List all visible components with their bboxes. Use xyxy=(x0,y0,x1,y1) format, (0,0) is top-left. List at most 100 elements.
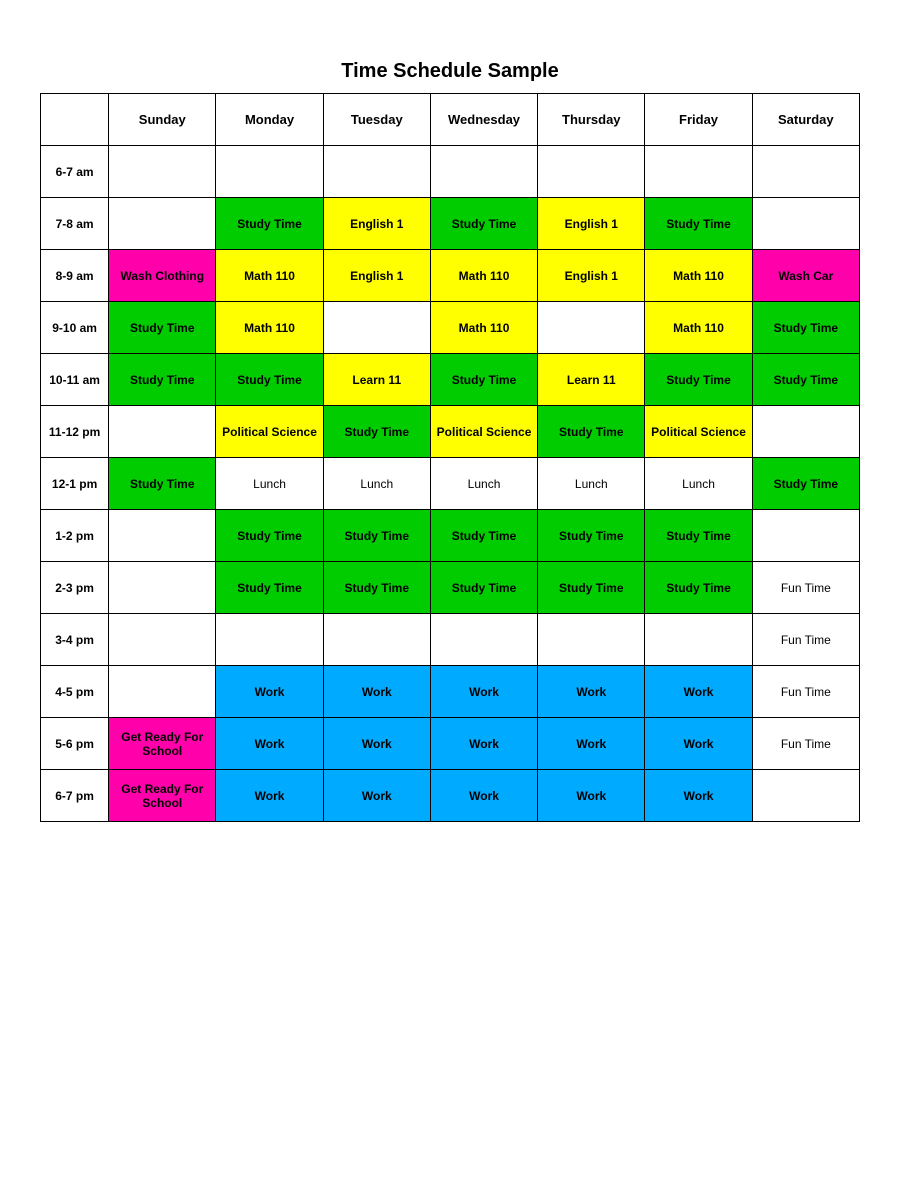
schedule-cell: Work xyxy=(323,770,430,822)
schedule-cell: Math 110 xyxy=(216,250,323,302)
header-day-thursday: Thursday xyxy=(538,94,645,146)
schedule-cell xyxy=(430,614,537,666)
schedule-cell: Math 110 xyxy=(430,302,537,354)
header-day-wednesday: Wednesday xyxy=(430,94,537,146)
schedule-cell: Work xyxy=(216,718,323,770)
schedule-cell xyxy=(752,510,859,562)
schedule-cell: Study Time xyxy=(645,354,752,406)
schedule-cell: Math 110 xyxy=(645,302,752,354)
schedule-cell: Study Time xyxy=(430,198,537,250)
table-row: 2-3 pmStudy TimeStudy TimeStudy TimeStud… xyxy=(41,562,860,614)
header-day-saturday: Saturday xyxy=(752,94,859,146)
schedule-cell: English 1 xyxy=(538,250,645,302)
schedule-cell: Lunch xyxy=(645,458,752,510)
schedule-cell: Fun Time xyxy=(752,718,859,770)
schedule-cell xyxy=(109,510,216,562)
table-row: 1-2 pmStudy TimeStudy TimeStudy TimeStud… xyxy=(41,510,860,562)
schedule-cell: Study Time xyxy=(538,562,645,614)
time-label: 5-6 pm xyxy=(41,718,109,770)
schedule-cell: Fun Time xyxy=(752,562,859,614)
table-row: 6-7 pmGet Ready For SchoolWorkWorkWorkWo… xyxy=(41,770,860,822)
table-row: 6-7 am xyxy=(41,146,860,198)
table-row: 8-9 amWash ClothingMath 110English 1Math… xyxy=(41,250,860,302)
schedule-cell: English 1 xyxy=(323,198,430,250)
schedule-cell xyxy=(109,666,216,718)
schedule-cell: Study Time xyxy=(430,354,537,406)
schedule-cell: Lunch xyxy=(216,458,323,510)
table-row: 12-1 pmStudy TimeLunchLunchLunchLunchLun… xyxy=(41,458,860,510)
schedule-cell: Study Time xyxy=(323,406,430,458)
schedule-cell: English 1 xyxy=(538,198,645,250)
schedule-cell: Math 110 xyxy=(645,250,752,302)
header-day-sunday: Sunday xyxy=(109,94,216,146)
time-label: 8-9 am xyxy=(41,250,109,302)
schedule-cell xyxy=(752,146,859,198)
time-label: 2-3 pm xyxy=(41,562,109,614)
schedule-cell: Political Science xyxy=(430,406,537,458)
time-label: 4-5 pm xyxy=(41,666,109,718)
time-label: 9-10 am xyxy=(41,302,109,354)
schedule-table: SundayMondayTuesdayWednesdayThursdayFrid… xyxy=(40,93,860,822)
table-row: 5-6 pmGet Ready For SchoolWorkWorkWorkWo… xyxy=(41,718,860,770)
table-row: 4-5 pmWorkWorkWorkWorkWorkFun Time xyxy=(41,666,860,718)
table-row: 9-10 amStudy TimeMath 110Math 110Math 11… xyxy=(41,302,860,354)
schedule-cell: Math 110 xyxy=(430,250,537,302)
schedule-cell: Study Time xyxy=(752,458,859,510)
schedule-cell xyxy=(538,302,645,354)
schedule-cell xyxy=(323,614,430,666)
header-day-monday: Monday xyxy=(216,94,323,146)
schedule-cell: Work xyxy=(645,770,752,822)
schedule-cell xyxy=(430,146,537,198)
schedule-cell: Work xyxy=(323,718,430,770)
schedule-cell: Study Time xyxy=(216,510,323,562)
schedule-cell: Work xyxy=(216,770,323,822)
schedule-cell: Study Time xyxy=(216,562,323,614)
schedule-cell: Study Time xyxy=(323,562,430,614)
schedule-cell: Study Time xyxy=(109,354,216,406)
header-row: SundayMondayTuesdayWednesdayThursdayFrid… xyxy=(41,94,860,146)
schedule-cell: Learn 11 xyxy=(323,354,430,406)
schedule-cell: Study Time xyxy=(538,406,645,458)
header-day-tuesday: Tuesday xyxy=(323,94,430,146)
schedule-cell xyxy=(752,406,859,458)
schedule-cell xyxy=(645,614,752,666)
schedule-cell: Work xyxy=(538,718,645,770)
schedule-cell: Study Time xyxy=(109,302,216,354)
header-day-friday: Friday xyxy=(645,94,752,146)
schedule-cell xyxy=(752,770,859,822)
schedule-cell: Work xyxy=(538,770,645,822)
schedule-cell: Work xyxy=(216,666,323,718)
schedule-cell xyxy=(538,146,645,198)
time-label: 6-7 am xyxy=(41,146,109,198)
schedule-cell: Study Time xyxy=(430,510,537,562)
schedule-cell xyxy=(109,562,216,614)
schedule-cell: Study Time xyxy=(216,198,323,250)
schedule-container: Time Schedule Sample SundayMondayTuesday… xyxy=(40,60,860,822)
time-label: 11-12 pm xyxy=(41,406,109,458)
schedule-cell xyxy=(645,146,752,198)
schedule-cell xyxy=(216,146,323,198)
schedule-cell: Work xyxy=(430,770,537,822)
schedule-cell xyxy=(538,614,645,666)
schedule-cell: Fun Time xyxy=(752,666,859,718)
table-row: 3-4 pmFun Time xyxy=(41,614,860,666)
schedule-cell: Study Time xyxy=(752,302,859,354)
schedule-cell xyxy=(216,614,323,666)
schedule-cell: Study Time xyxy=(752,354,859,406)
schedule-cell: Work xyxy=(645,666,752,718)
schedule-cell: Lunch xyxy=(538,458,645,510)
time-label: 12-1 pm xyxy=(41,458,109,510)
schedule-cell xyxy=(109,614,216,666)
schedule-cell xyxy=(109,146,216,198)
schedule-cell: Study Time xyxy=(216,354,323,406)
schedule-cell: Work xyxy=(430,718,537,770)
page-title: Time Schedule Sample xyxy=(40,60,860,83)
table-row: 11-12 pmPolitical ScienceStudy TimePolit… xyxy=(41,406,860,458)
schedule-cell: Lunch xyxy=(323,458,430,510)
schedule-cell: Study Time xyxy=(109,458,216,510)
time-label: 3-4 pm xyxy=(41,614,109,666)
schedule-cell: Study Time xyxy=(323,510,430,562)
schedule-cell: Learn 11 xyxy=(538,354,645,406)
time-label: 7-8 am xyxy=(41,198,109,250)
schedule-cell: Math 110 xyxy=(216,302,323,354)
